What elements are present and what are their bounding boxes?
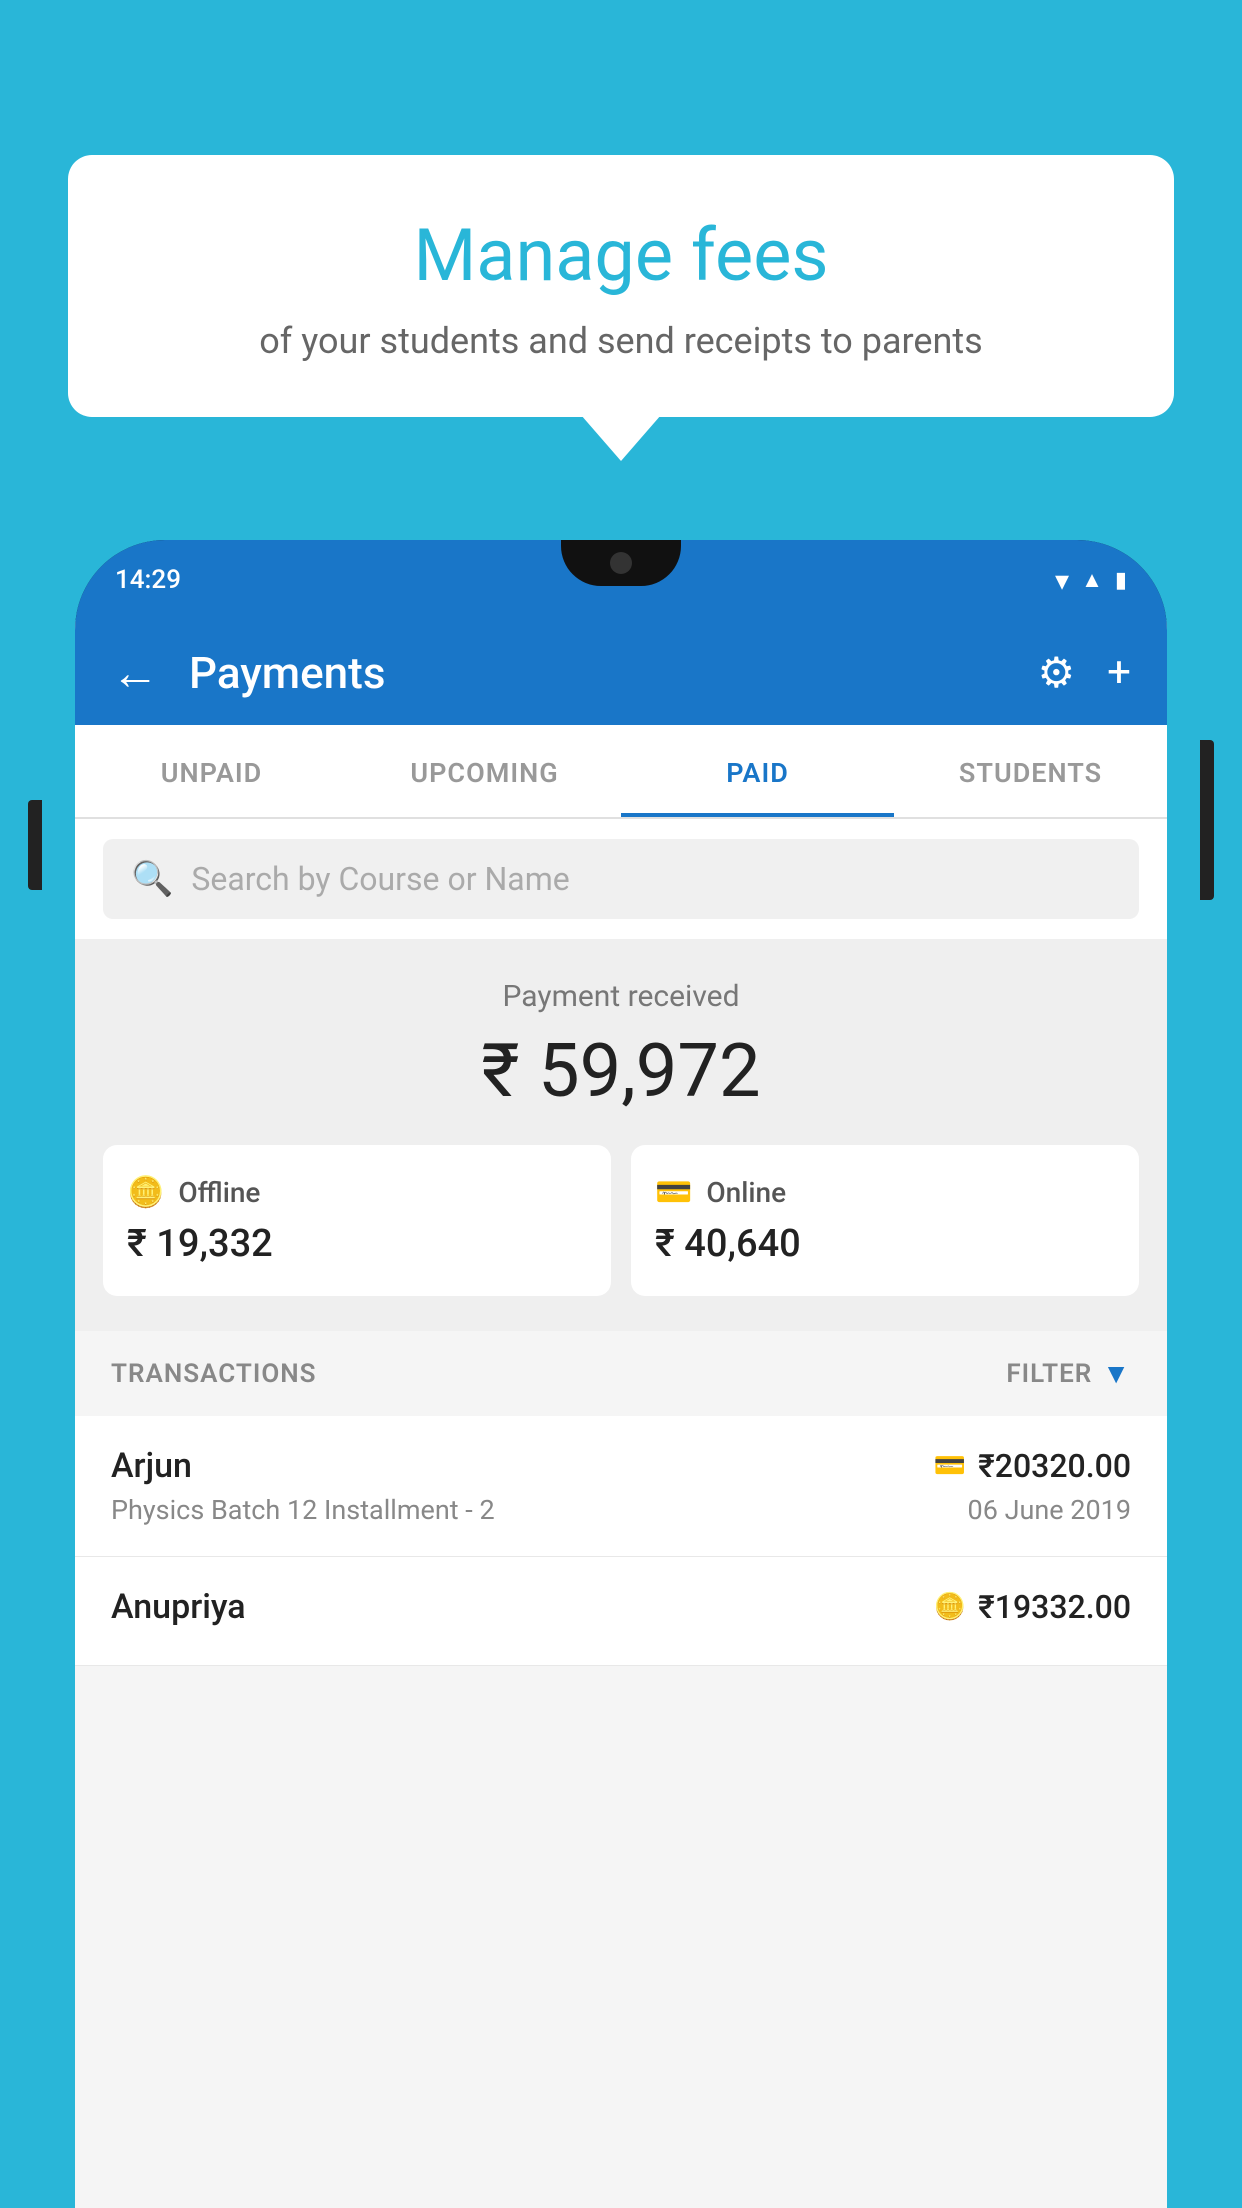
online-type: Online (706, 1176, 786, 1209)
tooltip-title: Manage fees (123, 215, 1119, 298)
payment-type-icon-1: 💳 (934, 1451, 966, 1481)
offline-type: Offline (178, 1176, 260, 1209)
add-icon[interactable]: + (1107, 648, 1131, 697)
volume-button-left (28, 800, 42, 890)
status-time: 14:29 (115, 565, 181, 595)
tab-upcoming[interactable]: UPCOMING (348, 725, 621, 817)
online-card-header: 💳 Online (655, 1175, 1115, 1210)
payment-total: ₹ 59,972 (103, 1028, 1139, 1115)
settings-icon[interactable]: ⚙ (1038, 648, 1076, 698)
phone-notch (561, 540, 681, 586)
transaction-row[interactable]: Anupriya 🪙 ₹19332.00 (75, 1557, 1167, 1666)
header-actions: ⚙ + (1038, 648, 1132, 698)
tooltip-subtitle: of your students and send receipts to pa… (123, 320, 1119, 362)
transaction-row[interactable]: Arjun 💳 ₹20320.00 Physics Batch 12 Insta… (75, 1416, 1167, 1557)
status-bar: 14:29 (75, 540, 1167, 620)
app-header: ← Payments ⚙ + (75, 620, 1167, 725)
search-box[interactable]: 🔍 Search by Course or Name (103, 839, 1139, 919)
offline-amount: ₹ 19,332 (127, 1222, 587, 1266)
search-container: 🔍 Search by Course or Name (75, 819, 1167, 939)
tab-unpaid[interactable]: UNPAID (75, 725, 348, 817)
power-button-right (1200, 740, 1214, 900)
filter-button[interactable]: FILTER ▼ (1006, 1357, 1131, 1390)
online-amount: ₹ 40,640 (655, 1222, 1115, 1266)
transaction-top-1: Arjun 💳 ₹20320.00 (111, 1446, 1131, 1486)
app-screen: ← Payments ⚙ + UNPAID UPCOMING PAID STUD… (75, 620, 1167, 2208)
transaction-top-2: Anupriya 🪙 ₹19332.00 (111, 1587, 1131, 1627)
transaction-name-2: Anupriya (111, 1587, 246, 1627)
signal-icon (1081, 567, 1103, 593)
transaction-name-1: Arjun (111, 1446, 192, 1486)
phone-frame: 14:29 ← Payments ⚙ + UNPAID UPCOMING PAI… (75, 540, 1167, 2208)
transaction-course-1: Physics Batch 12 Installment - 2 (111, 1494, 495, 1526)
transaction-amount-wrap-2: 🪙 ₹19332.00 (934, 1588, 1131, 1626)
battery-icon (1115, 568, 1127, 593)
back-button[interactable]: ← (111, 644, 159, 701)
tab-paid[interactable]: PAID (621, 725, 894, 817)
status-icons (1055, 564, 1127, 597)
search-placeholder-text: Search by Course or Name (191, 860, 569, 898)
payment-type-icon-2: 🪙 (934, 1592, 966, 1622)
offline-icon: 🪙 (127, 1175, 164, 1210)
payment-summary: Payment received ₹ 59,972 🪙 Offline ₹ 19… (75, 939, 1167, 1331)
offline-card-header: 🪙 Offline (127, 1175, 587, 1210)
online-card: 💳 Online ₹ 40,640 (631, 1145, 1139, 1296)
payment-cards: 🪙 Offline ₹ 19,332 💳 Online ₹ 40,640 (103, 1145, 1139, 1296)
tabs-bar: UNPAID UPCOMING PAID STUDENTS (75, 725, 1167, 819)
online-icon: 💳 (655, 1175, 692, 1210)
page-title: Payments (189, 647, 1038, 699)
transaction-amount-2: ₹19332.00 (978, 1588, 1131, 1626)
search-icon: 🔍 (131, 859, 173, 899)
transaction-bottom-1: Physics Batch 12 Installment - 2 06 June… (111, 1494, 1131, 1526)
tab-students[interactable]: STUDENTS (894, 725, 1167, 817)
offline-card: 🪙 Offline ₹ 19,332 (103, 1145, 611, 1296)
transaction-amount-wrap-1: 💳 ₹20320.00 (934, 1447, 1131, 1485)
transactions-label: TRANSACTIONS (111, 1359, 317, 1389)
filter-label: FILTER (1006, 1359, 1092, 1389)
wifi-icon (1055, 564, 1069, 597)
transaction-date-1: 06 June 2019 (968, 1494, 1131, 1526)
transactions-header: TRANSACTIONS FILTER ▼ (75, 1331, 1167, 1416)
tooltip-card: Manage fees of your students and send re… (68, 155, 1174, 417)
filter-icon: ▼ (1102, 1357, 1131, 1390)
payment-received-label: Payment received (103, 979, 1139, 1014)
transaction-amount-1: ₹20320.00 (978, 1447, 1131, 1485)
